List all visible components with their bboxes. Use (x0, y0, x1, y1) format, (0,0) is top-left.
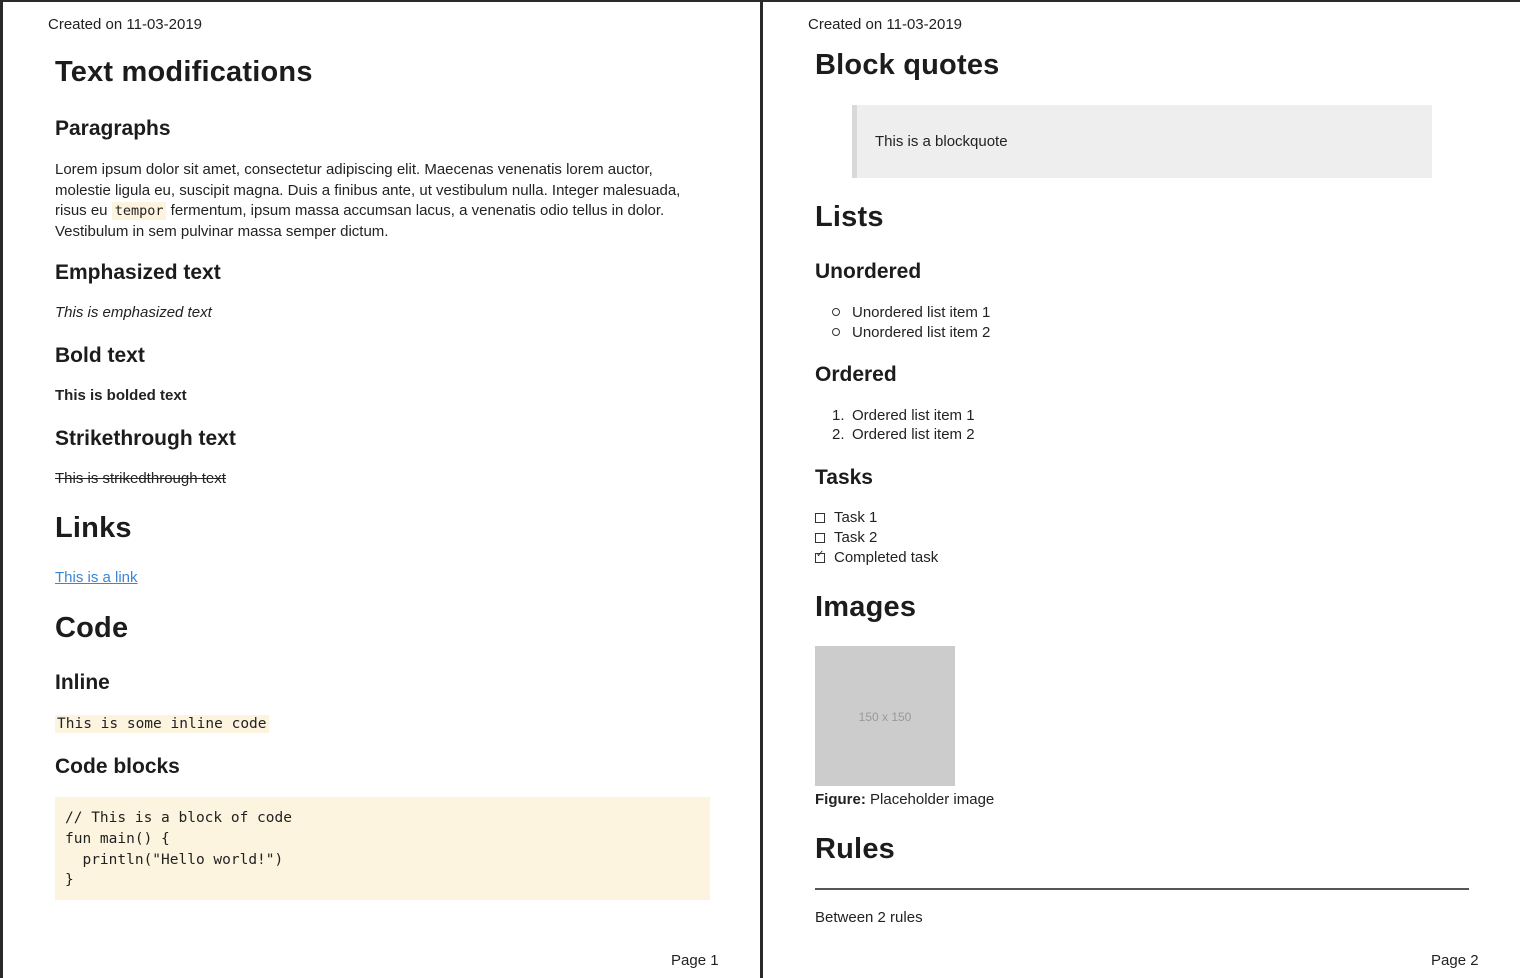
heading-unordered: Unordered (815, 260, 922, 283)
page-number: Page 1 (671, 952, 719, 969)
ordered-list-item: Ordered list item 2 (852, 426, 975, 443)
checkbox-icon[interactable] (815, 533, 825, 543)
heading-links: Links (55, 512, 132, 544)
heading-bold-text: Bold text (55, 344, 145, 367)
page-2: Created on 11-03-2019 Block quotes This … (763, 2, 1520, 978)
heading-ordered: Ordered (815, 363, 897, 386)
page-1: Created on 11-03-2019 Text modifications… (3, 2, 760, 978)
heading-inline: Inline (55, 671, 110, 694)
checkbox-icon[interactable] (815, 513, 825, 523)
horizontal-rule (815, 888, 1469, 890)
heading-images: Images (815, 591, 917, 623)
heading-rules: Rules (815, 833, 895, 865)
heading-code: Code (55, 612, 129, 644)
created-date: Created on 11-03-2019 (808, 16, 962, 33)
code-line: } (65, 872, 74, 889)
placeholder-image-label: 150 x 150 (858, 710, 912, 724)
task-label: Completed task (834, 549, 939, 566)
between-rules-text: Between 2 rules (815, 909, 923, 926)
task-label: Task 1 (834, 509, 878, 526)
code-line: println("Hello world!") (65, 851, 284, 868)
circle-bullet-icon (832, 308, 840, 316)
example-link[interactable]: This is a link (55, 569, 138, 586)
code-line: // This is a block of code (65, 810, 292, 826)
page-number: Page 2 (1431, 952, 1479, 969)
emphasized-text: This is emphasized text (55, 304, 212, 321)
heading-strikethrough-text: Strikethrough text (55, 427, 236, 450)
bold-text: This is bolded text (55, 387, 187, 404)
heading-paragraphs: Paragraphs (55, 117, 171, 140)
ordered-list-marker: 2. (832, 426, 845, 443)
lorem-paragraph: Lorem ipsum dolor sit amet, consectetur … (55, 160, 695, 242)
ordered-list-marker: 1. (832, 407, 845, 424)
created-date: Created on 11-03-2019 (48, 16, 202, 33)
code-line: fun main() { (65, 830, 170, 847)
circle-bullet-icon (832, 328, 840, 336)
figure-caption: Figure: Placeholder image (815, 791, 994, 808)
heading-emphasized-text: Emphasized text (55, 261, 221, 284)
heading-lists: Lists (815, 201, 884, 233)
strikethrough-text: This is strikedthrough text (55, 470, 226, 487)
figure-caption-label: Figure: (815, 791, 866, 808)
heading-tasks: Tasks (815, 466, 873, 489)
blockquote-text: This is a blockquote (875, 133, 1008, 150)
unordered-list-item: Unordered list item 1 (852, 304, 991, 321)
code-block: // This is a block of code fun main() { … (55, 797, 710, 900)
heading-block-quotes: Block quotes (815, 49, 1000, 81)
unordered-list-item: Unordered list item 2 (852, 324, 991, 341)
inline-code: This is some inline code (55, 715, 269, 733)
heading-code-blocks: Code blocks (55, 755, 180, 778)
checkbox-checked-icon[interactable]: ✓ (815, 550, 825, 563)
ordered-list-item: Ordered list item 1 (852, 407, 975, 424)
paragraph-inline-code: tempor (111, 202, 167, 220)
figure-caption-text: Placeholder image (870, 791, 995, 808)
blockquote: This is a blockquote (852, 105, 1432, 178)
heading-text-modifications: Text modifications (55, 56, 313, 88)
placeholder-image: 150 x 150 (815, 646, 955, 786)
task-label: Task 2 (834, 529, 878, 546)
